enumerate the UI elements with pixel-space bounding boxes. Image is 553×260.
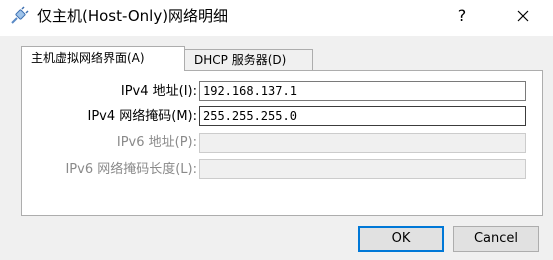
ipv6-prefix-length-label: IPv6 网络掩码长度(L): <box>65 162 197 177</box>
tab-dhcp-server[interactable]: DHCP 服务器(D) <box>185 49 313 71</box>
network-plug-icon <box>9 6 29 26</box>
close-icon <box>517 10 529 22</box>
ok-button[interactable]: OK <box>358 226 444 252</box>
ipv6-address-label: IPv6 地址(P): <box>116 135 197 150</box>
ipv6-prefix-length-field[interactable] <box>199 159 526 179</box>
help-button[interactable]: ? <box>452 6 472 26</box>
ipv4-address-field[interactable] <box>199 81 526 101</box>
title-bar[interactable]: 仅主机(Host-Only)网络明细 ? <box>0 0 553 36</box>
ipv4-mask-label: IPv4 网络掩码(M): <box>87 109 197 124</box>
ipv4-mask-field[interactable] <box>199 106 526 126</box>
ipv4-address-label: IPv4 地址(I): <box>120 84 197 99</box>
window-title: 仅主机(Host-Only)网络明细 <box>37 7 229 25</box>
ipv6-address-field[interactable] <box>199 133 526 153</box>
tab-host-virtual-interface[interactable]: 主机虚拟网络界面(A) <box>21 46 185 71</box>
close-button[interactable] <box>511 4 535 28</box>
cancel-button[interactable]: Cancel <box>453 226 539 252</box>
